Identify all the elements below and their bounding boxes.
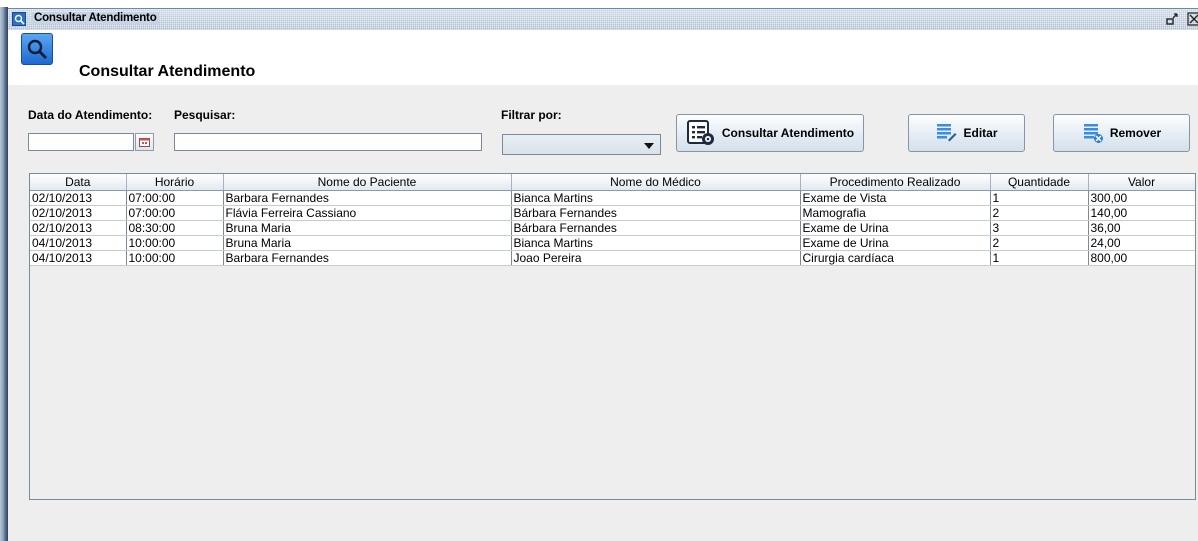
filter-select[interactable] [502,134,661,155]
cell-horario: 07:00:00 [126,205,224,221]
search-icon [21,33,53,65]
cell-quantidade: 2 [990,205,1089,221]
cell-medico: Bianca Martins [511,190,801,206]
header-strip: Consultar Atendimento [8,30,1198,85]
column-header-data[interactable]: Data [30,174,127,191]
window-title: Consultar Atendimento [32,12,159,24]
cell-paciente: Flávia Ferreira Cassiano [223,205,512,221]
table-row[interactable]: 02/10/2013 08:30:00 Bruna Maria Bárbara … [30,220,1195,236]
cell-data: 02/10/2013 [30,190,127,206]
cell-valor: 24,00 [1088,235,1195,251]
atendimentos-table[interactable]: Data Horário Nome do Paciente Nome do Mé… [29,173,1196,500]
consultar-atendimento-label: Consultar Atendimento [721,126,855,140]
table-row[interactable]: 02/10/2013 07:00:00 Barbara Fernandes Bi… [30,190,1195,206]
chevron-down-icon [644,143,654,149]
cell-valor: 140,00 [1088,205,1195,221]
page-title: Consultar Atendimento [79,63,256,80]
cell-paciente: Bruna Maria [223,220,512,236]
calendar-button[interactable] [135,133,154,151]
list-search-icon [686,119,716,147]
cell-valor: 300,00 [1088,190,1195,206]
calendar-icon [139,138,150,147]
remover-button[interactable]: Remover [1053,114,1190,152]
column-header-procedimento[interactable]: Procedimento Realizado [800,174,991,191]
search-input[interactable] [174,133,482,151]
cell-medico: Bianca Martins [511,235,801,251]
cell-procedimento: Exame de Urina [800,235,991,251]
cell-paciente: Bruna Maria [223,235,512,251]
window-left-border [0,7,8,541]
search-icon [12,12,26,26]
filter-label: Filtrar por: [501,108,562,122]
cell-quantidade: 3 [990,220,1089,236]
cell-horario: 10:00:00 [126,235,224,251]
restore-icon[interactable] [1164,11,1180,27]
column-header-horario[interactable]: Horário [126,174,224,191]
cell-valor: 800,00 [1088,250,1195,266]
column-header-medico[interactable]: Nome do Médico [511,174,801,191]
cell-data: 04/10/2013 [30,235,127,251]
table-header: Data Horário Nome do Paciente Nome do Mé… [30,174,1195,191]
content-panel: Consultar Atendimento Data do Atendiment… [8,30,1198,541]
cell-paciente: Barbara Fernandes [223,250,512,266]
edit-icon [935,122,957,144]
cell-procedimento: Exame de Urina [800,220,991,236]
cell-quantidade: 1 [990,250,1089,266]
search-label: Pesquisar: [174,108,236,122]
remover-label: Remover [1109,126,1162,140]
cell-medico: Bárbara Fernandes [511,220,801,236]
cell-data: 04/10/2013 [30,250,127,266]
column-header-paciente[interactable]: Nome do Paciente [223,174,512,191]
window-top-edge [0,0,1198,7]
cell-paciente: Barbara Fernandes [223,190,512,206]
cell-data: 02/10/2013 [30,205,127,221]
remove-icon [1082,122,1104,144]
cell-horario: 07:00:00 [126,190,224,206]
cell-quantidade: 1 [990,190,1089,206]
editar-label: Editar [963,126,998,140]
table-row[interactable]: 04/10/2013 10:00:00 Barbara Fernandes Jo… [30,250,1195,266]
column-header-quantidade[interactable]: Quantidade [990,174,1089,191]
table-row[interactable]: 04/10/2013 10:00:00 Bruna Maria Bianca M… [30,235,1195,251]
date-field[interactable] [28,133,134,151]
column-header-valor[interactable]: Valor [1088,174,1195,191]
cell-horario: 10:00:00 [126,250,224,266]
date-label: Data do Atendimento: [28,108,153,122]
table-row[interactable]: 02/10/2013 07:00:00 Flávia Ferreira Cass… [30,205,1195,221]
cell-valor: 36,00 [1088,220,1195,236]
cell-medico: Bárbara Fernandes [511,205,801,221]
cell-procedimento: Mamografia [800,205,991,221]
cell-medico: Joao Pereira [511,250,801,266]
close-icon[interactable] [1186,11,1198,27]
cell-horario: 08:30:00 [126,220,224,236]
window-titlebar[interactable]: Consultar Atendimento [8,8,1198,31]
cell-quantidade: 2 [990,235,1089,251]
consultar-atendimento-button[interactable]: Consultar Atendimento [676,114,864,152]
cell-procedimento: Exame de Vista [800,190,991,206]
editar-button[interactable]: Editar [908,114,1025,152]
cell-procedimento: Cirurgia cardíaca [800,250,991,266]
cell-data: 02/10/2013 [30,220,127,236]
